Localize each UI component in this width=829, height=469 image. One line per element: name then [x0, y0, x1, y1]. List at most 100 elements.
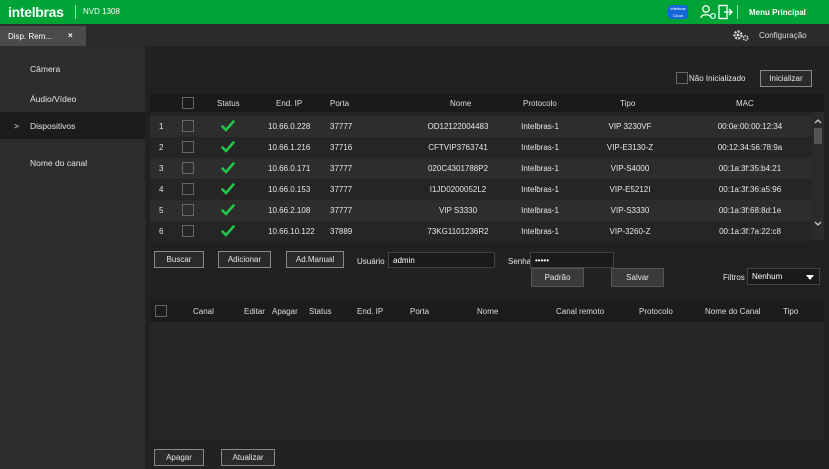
logout-icon[interactable] — [716, 3, 734, 21]
status-ok-icon — [221, 120, 235, 132]
column-header: End. IP — [357, 307, 384, 316]
chevron-down-icon[interactable] — [813, 220, 823, 228]
password-input[interactable]: ••••• — [530, 252, 614, 268]
chevron-up-icon[interactable] — [813, 117, 823, 125]
sidebar-item-devices[interactable]: > Dispositivos — [0, 112, 145, 139]
column-header: Protocolo — [639, 307, 673, 316]
status-ok-icon — [221, 183, 235, 195]
default-button[interactable]: Padrão — [531, 268, 584, 287]
manual-add-button[interactable]: Ad.Manual — [286, 251, 344, 268]
select-all-checkbox[interactable] — [155, 305, 167, 317]
sidebar: Câmera Áudio/Vídeo > Dispositivos Nome d… — [0, 46, 145, 469]
refresh-button[interactable]: Atualizar — [221, 449, 275, 466]
cell-ip: 10.66.2.108 — [268, 206, 311, 215]
cell-port: 37889 — [330, 227, 353, 236]
table-row[interactable]: 6 10.66.10.122 37889 73KG1101236R2 Intelbras… — [150, 221, 812, 242]
filter-select[interactable]: Nenhum — [747, 268, 820, 285]
cell-type: VIP-E3130-Z — [606, 143, 654, 152]
sidebar-item-label: Áudio/Vídeo — [30, 94, 77, 104]
table-row[interactable]: 4 10.66.0.153 37777 I1JD0200052L2 Intelbras-… — [150, 179, 812, 200]
sidebar-item-audio-video[interactable]: Áudio/Vídeo — [0, 84, 145, 114]
cell-port: 37777 — [330, 122, 353, 131]
cell-mac: 00:1a:3f:68:8d:1e — [718, 206, 782, 215]
close-icon[interactable]: × — [68, 31, 73, 40]
configuration-link[interactable]: Configuração — [759, 31, 807, 40]
table-row[interactable]: 1 10.66.0.228 37777 OD12122004483 Intelbras-… — [150, 116, 812, 137]
cell-mac: 00:1a:3f:7a:22:c8 — [719, 227, 781, 236]
top-bar: intelbras NVD 1308 Intelbras Cloud Menu … — [0, 0, 829, 24]
delete-button[interactable]: Apagar — [154, 449, 204, 466]
sidebar-item-label: Dispositivos — [30, 121, 76, 131]
save-button[interactable]: Salvar — [611, 268, 664, 287]
row-checkbox[interactable] — [182, 204, 194, 216]
cell-mac: 00:1a:3f:36:a5:96 — [718, 185, 782, 194]
status-ok-icon — [221, 225, 235, 237]
add-button[interactable]: Adicionar — [218, 251, 271, 268]
cell-mac: 00:1a:3f:35:b4:21 — [718, 164, 782, 173]
table-row[interactable]: 2 10.66.1.216 37716 CFTVIP3763741 Intelbras-… — [150, 137, 812, 158]
initialize-button[interactable]: Inicializar — [760, 70, 812, 87]
not-initialized-checkbox[interactable] — [676, 72, 688, 84]
cell-mac: 00:12:34:56:78:9a — [717, 143, 783, 152]
table-row[interactable]: 5 10.66.2.108 37777 VIP S3330 Intelbras-1 VIP… — [150, 200, 812, 221]
chevron-right-icon: > — [14, 121, 19, 131]
row-number: 4 — [159, 185, 164, 194]
filter-label: Filtros — [723, 273, 745, 282]
scrollbar-thumb[interactable] — [814, 128, 822, 144]
username-input[interactable]: admin — [388, 252, 495, 268]
column-header: Nome — [450, 99, 472, 108]
user-settings-icon[interactable] — [699, 3, 717, 21]
search-button[interactable]: Buscar — [154, 251, 204, 268]
column-header: Nome — [477, 307, 499, 316]
sidebar-item-label: Câmera — [30, 64, 61, 74]
column-header: End. IP — [276, 99, 303, 108]
column-header: Tipo — [783, 307, 799, 316]
row-checkbox[interactable] — [182, 225, 194, 237]
device-model: NVD 1308 — [83, 7, 120, 16]
column-header: MAC — [736, 99, 754, 108]
device-search-table: Status End. IP Porta Nome Protocolo Tipo… — [150, 94, 824, 242]
status-ok-icon — [221, 141, 235, 153]
password-label: Senha — [508, 257, 532, 266]
cell-port: 37777 — [330, 164, 353, 173]
row-number: 2 — [159, 143, 164, 152]
row-number: 3 — [159, 164, 164, 173]
column-header: Nome do Canal — [705, 307, 761, 316]
cell-type: VIP 3230VF — [608, 122, 652, 131]
table-row[interactable]: 3 10.66.0.171 37777 020C4301788P2 Intelbras-… — [150, 158, 812, 179]
brand-logo: intelbras — [8, 4, 64, 20]
row-checkbox[interactable] — [182, 120, 194, 132]
cloud-icon[interactable]: Intelbras Cloud — [668, 5, 688, 19]
cell-type: VIP-3260-Z — [609, 227, 651, 236]
column-header: Editar — [244, 307, 265, 316]
cell-type: VIP-S4000 — [610, 164, 650, 173]
status-ok-icon — [221, 204, 235, 216]
filter-selected-value: Nenhum — [752, 272, 783, 281]
cell-ip: 10.66.10.122 — [268, 227, 315, 236]
user-label: Usuário — [357, 257, 385, 266]
divider — [737, 5, 738, 19]
column-header: Porta — [410, 307, 430, 316]
cell-ip: 10.66.0.153 — [268, 185, 311, 194]
select-all-checkbox[interactable] — [182, 97, 194, 109]
sidebar-item-camera[interactable]: Câmera — [0, 54, 145, 84]
row-checkbox[interactable] — [182, 183, 194, 195]
main-menu-link[interactable]: Menu Principal — [749, 8, 806, 17]
column-header: Tipo — [620, 99, 636, 108]
column-header: Protocolo — [523, 99, 557, 108]
column-header: Canal — [193, 307, 214, 316]
column-header: Status — [309, 307, 332, 316]
cloud-badge-text: Intelbras Cloud — [670, 6, 686, 18]
gear-icon[interactable] — [732, 29, 750, 42]
row-number: 6 — [159, 227, 164, 236]
cell-ip: 10.66.1.216 — [268, 143, 311, 152]
table-header: Status End. IP Porta Nome Protocolo Tipo… — [150, 94, 824, 112]
scrollbar[interactable] — [812, 112, 824, 240]
cell-port: 37777 — [330, 185, 353, 194]
sidebar-item-channel-name[interactable]: Nome do canal — [0, 148, 145, 178]
tab-label: Disp. Rem... — [8, 32, 53, 41]
tab-remote-devices[interactable]: Disp. Rem... × — [0, 26, 86, 46]
row-checkbox[interactable] — [182, 141, 194, 153]
row-checkbox[interactable] — [182, 162, 194, 174]
caret-down-icon — [806, 275, 814, 280]
